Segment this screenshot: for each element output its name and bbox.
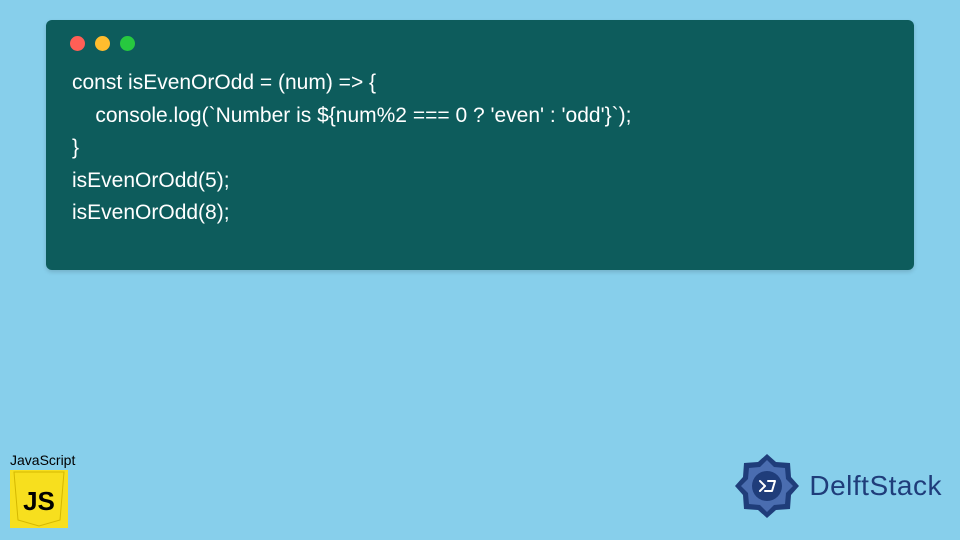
minimize-icon	[95, 36, 110, 51]
code-line: console.log(`Number is ${num%2 === 0 ? '…	[72, 104, 631, 127]
delftstack-emblem-icon	[731, 450, 803, 522]
javascript-badge: JavaScript JS	[10, 452, 75, 528]
code-block: const isEvenOrOdd = (num) => { console.l…	[46, 61, 914, 250]
code-line: }	[72, 136, 79, 159]
javascript-label: JavaScript	[10, 452, 75, 468]
maximize-icon	[120, 36, 135, 51]
code-line: isEvenOrOdd(5);	[72, 169, 230, 192]
code-window: const isEvenOrOdd = (num) => { console.l…	[46, 20, 914, 270]
delftstack-logo: DelftStack	[731, 450, 942, 522]
code-line: const isEvenOrOdd = (num) => {	[72, 71, 376, 94]
code-line: isEvenOrOdd(8);	[72, 201, 230, 224]
javascript-shield-icon: JS	[10, 470, 68, 528]
js-icon-text: JS	[23, 486, 55, 516]
delftstack-brand-text: DelftStack	[809, 470, 942, 502]
window-controls	[46, 20, 914, 61]
close-icon	[70, 36, 85, 51]
